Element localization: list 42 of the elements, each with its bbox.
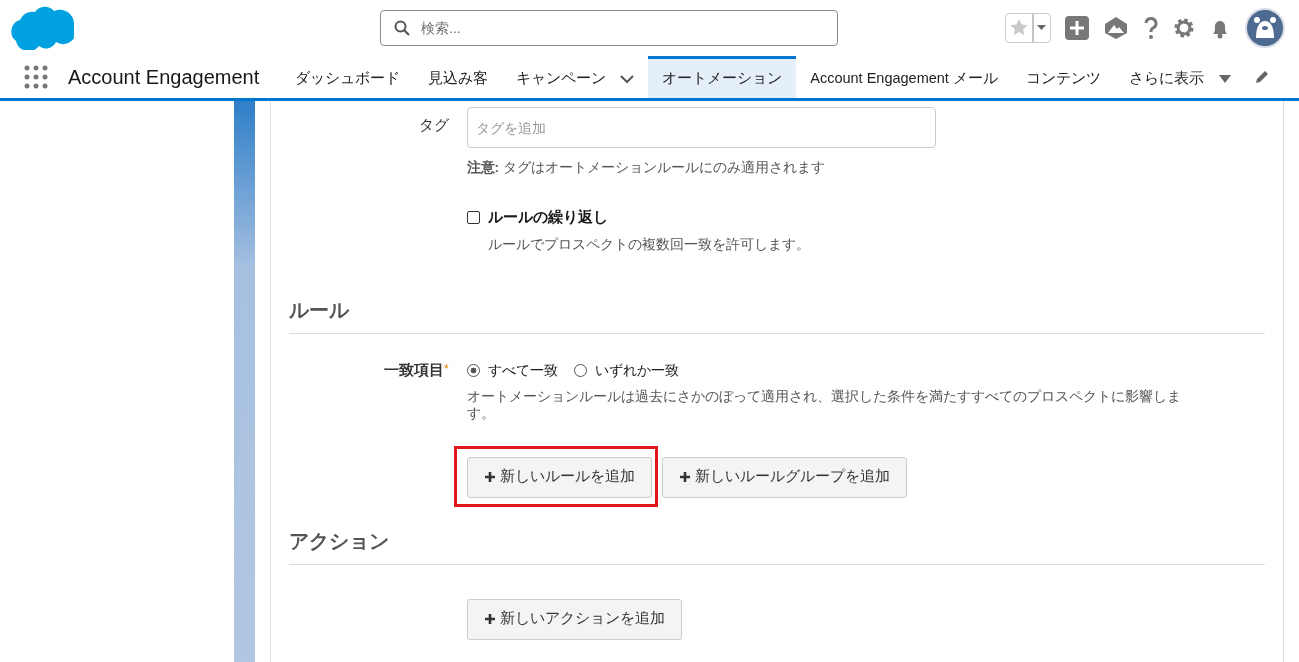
radio-button[interactable]	[573, 364, 587, 377]
radio-label: すべて一致	[487, 361, 558, 380]
nav-tab[interactable]: 見込み客	[414, 56, 503, 98]
search-field[interactable]: 検索...	[380, 10, 838, 46]
app-name: Account Engagement	[68, 65, 260, 90]
nav-tab[interactable]: コンテンツ	[1011, 56, 1115, 98]
field-label: 一致項目	[383, 362, 444, 378]
caret-icon	[1217, 73, 1232, 84]
field-label: タグ	[418, 117, 449, 133]
favorites-star-button[interactable]	[1005, 13, 1051, 43]
avatar-icon[interactable]	[1245, 8, 1285, 48]
radio-label: いずれか一致	[594, 361, 679, 380]
nav-tab[interactable]: キャンペーン	[502, 56, 649, 98]
help-icon[interactable]	[1143, 16, 1159, 40]
repeat-checkbox[interactable]	[466, 211, 480, 224]
radio-button[interactable]	[466, 364, 480, 377]
plus-icon	[678, 471, 691, 484]
help-text: ルールでプロスペクトの複数回一致を許可します。	[487, 235, 811, 254]
checkbox-label: ルールの繰り返し	[487, 207, 608, 228]
plus-icon	[483, 471, 496, 484]
plus-icon	[483, 613, 496, 626]
edit-icon[interactable]	[1253, 69, 1270, 85]
nav-tab[interactable]: Account Engagement メール	[796, 56, 1012, 98]
plus-icon[interactable]	[1065, 16, 1089, 40]
app-launcher-icon[interactable]	[24, 65, 48, 89]
chevron-down-icon	[620, 73, 635, 84]
add-button[interactable]: 新しいルールを追加	[466, 456, 652, 498]
search-icon	[394, 20, 410, 36]
tag-field[interactable]: タグを追加	[466, 107, 936, 148]
settings-icon[interactable]	[1173, 17, 1195, 39]
add-button[interactable]: 新しいルールグループを追加	[661, 456, 907, 498]
mountain-icon[interactable]	[1103, 16, 1129, 40]
section-heading: ルール	[288, 295, 1265, 334]
add-button[interactable]: 新しいアクションを追加	[466, 598, 682, 640]
nav-tab[interactable]: オートメーション	[648, 56, 797, 98]
section-heading: アクション	[288, 525, 1265, 565]
required-mark: *	[443, 362, 449, 376]
nav-tab[interactable]: ダッシュボード	[281, 56, 415, 98]
more-tab[interactable]: さらに表示	[1114, 56, 1246, 98]
note-text: 注意: タグはオートメーションルールにのみ適用されます	[466, 159, 826, 177]
cloud-logo	[8, 6, 74, 50]
help-text: オートメーションルールは過去にさかのぼって適用され、選択した条件を満たすすべてのプロスペクトに影響します。	[466, 389, 1182, 423]
